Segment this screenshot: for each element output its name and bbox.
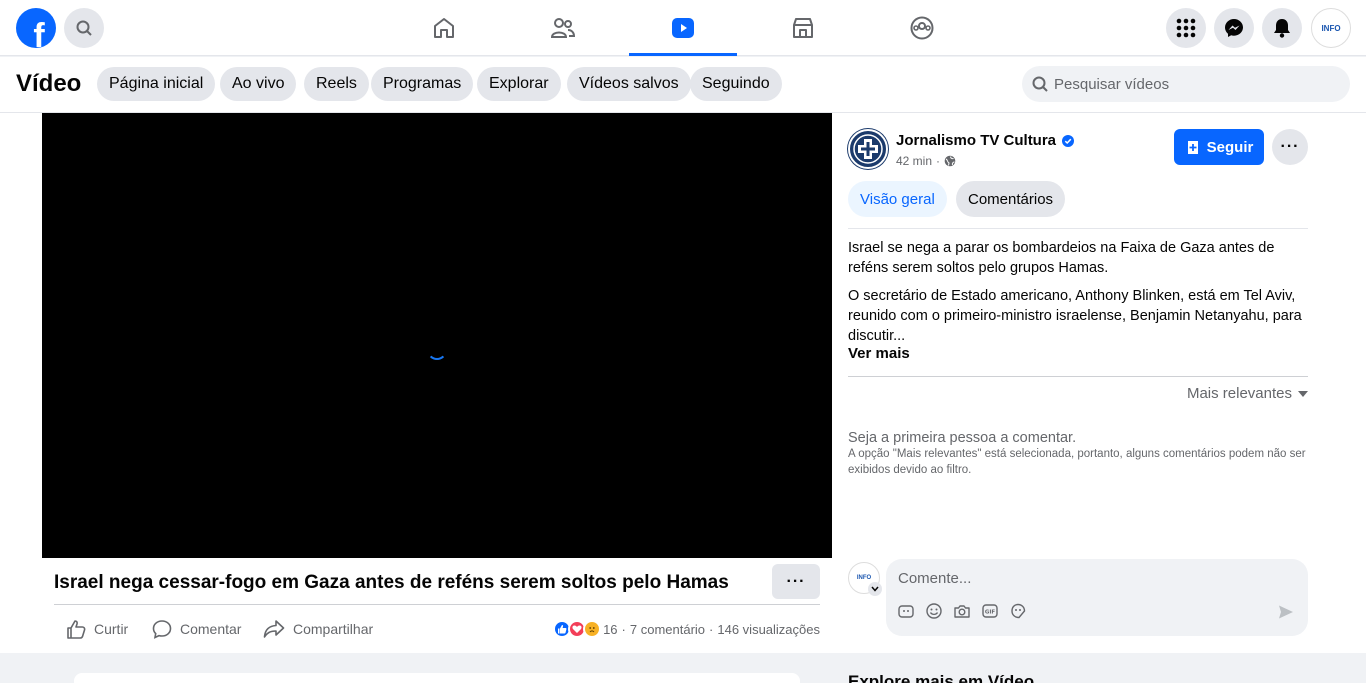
search-button[interactable] bbox=[64, 8, 104, 48]
thumbs-up-icon bbox=[67, 620, 86, 639]
chip-shows[interactable]: Programas bbox=[371, 67, 474, 101]
tv-cultura-logo-icon bbox=[853, 134, 883, 164]
page-avatar[interactable] bbox=[848, 129, 888, 169]
tab-groups[interactable] bbox=[868, 0, 976, 56]
verified-badge-icon bbox=[1062, 134, 1075, 147]
search-icon bbox=[76, 20, 92, 36]
like-button[interactable]: Curtir bbox=[66, 618, 128, 640]
next-video-card bbox=[74, 673, 800, 683]
tab-marketplace[interactable] bbox=[749, 0, 857, 56]
divider bbox=[848, 228, 1308, 229]
facebook-logo[interactable]: f bbox=[16, 8, 56, 48]
follow-icon bbox=[1187, 141, 1198, 154]
share-button[interactable]: Compartilhar bbox=[263, 618, 373, 640]
video-search[interactable] bbox=[1022, 66, 1350, 102]
comment-sort-dropdown[interactable]: Mais relevantes bbox=[1187, 385, 1308, 402]
comment-composer: GIF bbox=[886, 559, 1308, 636]
no-comments-title: Seja a primeira pessoa a comentar. bbox=[848, 430, 1077, 446]
menu-grid-icon bbox=[1176, 18, 1196, 38]
send-icon bbox=[1279, 605, 1293, 619]
video-watch-panel: Israel nega cessar-fogo em Gaza antes de… bbox=[0, 113, 1366, 653]
post-timestamp: 42 min · bbox=[896, 154, 956, 168]
video-stats: 16 · 7 comentário · 146 visualizações bbox=[553, 620, 820, 638]
like-label: Curtir bbox=[94, 621, 129, 637]
chip-saved-videos[interactable]: Vídeos salvos bbox=[567, 67, 691, 101]
tab-comments[interactable]: Comentários bbox=[956, 181, 1066, 217]
gif-icon[interactable]: GIF bbox=[982, 603, 998, 619]
bell-icon bbox=[1274, 19, 1290, 38]
menu-button[interactable] bbox=[1166, 8, 1206, 48]
time-separator: · bbox=[936, 154, 941, 168]
sort-label: Mais relevantes bbox=[1186, 385, 1292, 402]
comment-count[interactable]: 7 comentário bbox=[630, 622, 705, 637]
filter-note: A opção "Mais relevantes" está seleciona… bbox=[848, 448, 1306, 476]
marketplace-icon bbox=[793, 18, 813, 38]
chip-reels[interactable]: Reels bbox=[304, 67, 369, 101]
explore-heading: Explore mais em Vídeo bbox=[848, 672, 1035, 683]
chevron-down-icon bbox=[871, 586, 879, 592]
post-time[interactable]: 42 min bbox=[896, 154, 932, 168]
post-description-2: O secretário de Estado americano, Anthon… bbox=[848, 288, 1302, 344]
emoji-icon[interactable] bbox=[926, 603, 942, 619]
caret-down-icon bbox=[1298, 390, 1308, 397]
follow-label: Seguir bbox=[1206, 138, 1254, 156]
chip-following[interactable]: Seguindo bbox=[690, 67, 782, 101]
comment-icon bbox=[152, 620, 172, 639]
comment-label: Comentar bbox=[180, 621, 242, 637]
video-options-button[interactable]: ··· bbox=[772, 564, 820, 599]
messenger-icon bbox=[1225, 19, 1243, 37]
svg-text:GIF: GIF bbox=[985, 610, 996, 616]
divider bbox=[54, 604, 820, 605]
sad-reaction-icon bbox=[583, 620, 602, 638]
video-player[interactable] bbox=[42, 113, 832, 558]
tab-overview[interactable]: Visão geral bbox=[848, 181, 947, 217]
profile-avatar[interactable]: INFO bbox=[1311, 8, 1351, 48]
send-comment-button[interactable] bbox=[1278, 604, 1294, 625]
messenger-button[interactable] bbox=[1214, 8, 1254, 48]
tab-video[interactable] bbox=[629, 0, 737, 56]
page-name-link[interactable]: Jornalismo TV Cultura bbox=[896, 132, 1075, 149]
view-count: 146 visualizações bbox=[717, 621, 820, 637]
account-switch-badge[interactable] bbox=[868, 582, 882, 596]
comment-button[interactable]: Comentar bbox=[152, 618, 241, 640]
page-name: Jornalismo TV Cultura bbox=[896, 132, 1057, 149]
stats-separator: · bbox=[621, 621, 626, 637]
tab-friends[interactable] bbox=[509, 0, 617, 56]
post-options-button[interactable]: ··· bbox=[1272, 129, 1308, 165]
page-title: Vídeo bbox=[16, 70, 82, 97]
follow-button[interactable]: Seguir bbox=[1174, 129, 1264, 165]
home-icon bbox=[434, 18, 454, 38]
video-title: Israel nega cessar-fogo em Gaza antes de… bbox=[54, 572, 729, 593]
post-description-1: Israel se nega a parar os bombardeios na… bbox=[848, 240, 1275, 276]
share-label: Compartilhar bbox=[293, 621, 374, 637]
divider bbox=[848, 376, 1308, 377]
chip-home[interactable]: Página inicial bbox=[97, 67, 216, 101]
video-subheader: Vídeo Página inicial Ao vivo Reels Progr… bbox=[0, 57, 1366, 113]
globe-icon bbox=[944, 155, 956, 167]
search-icon bbox=[1032, 76, 1048, 92]
comment-input[interactable] bbox=[898, 567, 1288, 589]
chip-explore[interactable]: Explorar bbox=[477, 67, 561, 101]
video-icon bbox=[672, 18, 694, 38]
groups-icon bbox=[910, 16, 934, 40]
share-icon bbox=[263, 620, 285, 638]
reaction-count[interactable]: 16 bbox=[603, 622, 617, 637]
sticker-icon[interactable] bbox=[1010, 603, 1026, 619]
sticker-avatar-icon[interactable] bbox=[898, 603, 914, 619]
stats-separator: · bbox=[709, 621, 714, 637]
top-navigation: f INFO bbox=[0, 0, 1366, 56]
friends-icon bbox=[550, 18, 576, 38]
loading-spinner-icon bbox=[427, 340, 447, 360]
camera-icon[interactable] bbox=[954, 603, 970, 619]
tab-home[interactable] bbox=[390, 0, 498, 56]
more-horizontal-icon: ··· bbox=[786, 572, 806, 590]
see-more-link[interactable]: Ver mais bbox=[848, 345, 910, 362]
more-horizontal-icon: ··· bbox=[1280, 138, 1300, 155]
notifications-button[interactable] bbox=[1262, 8, 1302, 48]
video-search-input[interactable] bbox=[1054, 75, 1324, 93]
chip-live[interactable]: Ao vivo bbox=[220, 67, 297, 101]
